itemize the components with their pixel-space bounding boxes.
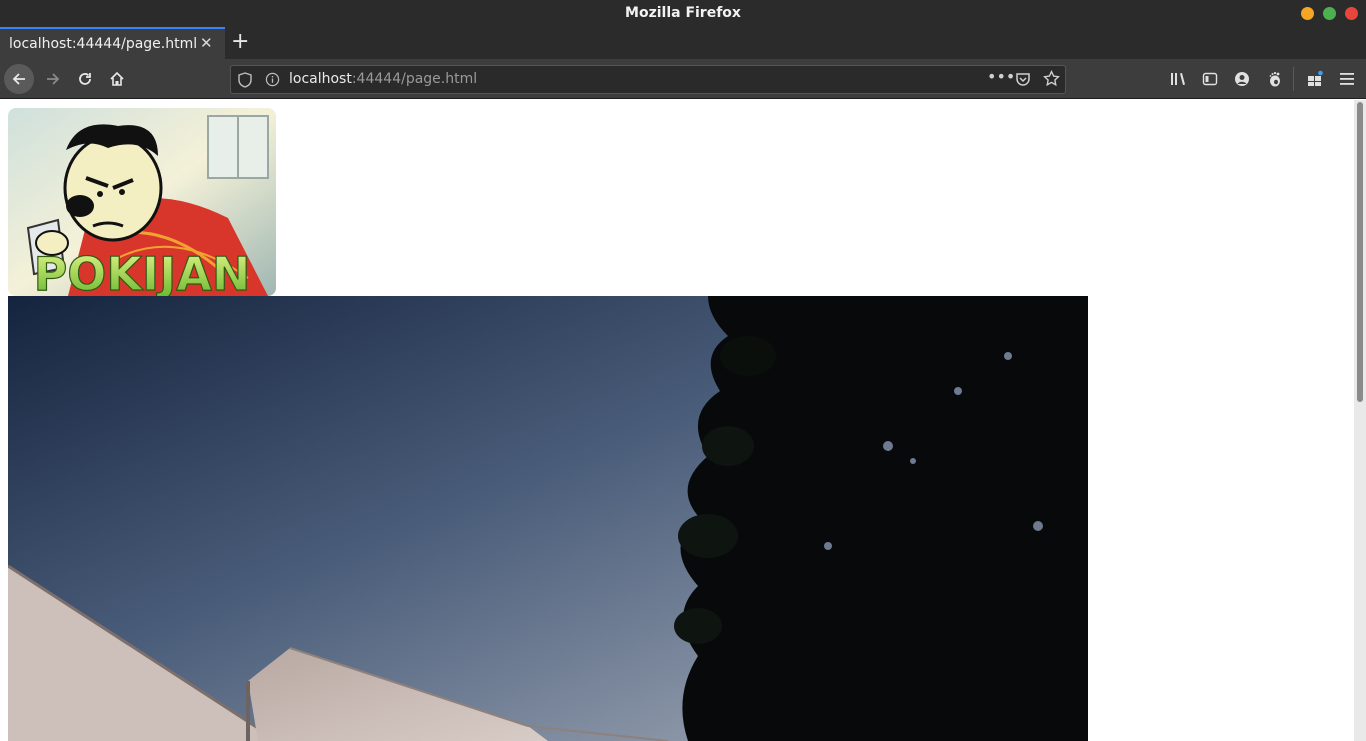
- toolbar-separator: [1293, 67, 1294, 91]
- back-button[interactable]: [4, 64, 34, 94]
- tab-active[interactable]: localhost:44444/page.html ✕: [0, 27, 225, 59]
- pokijan-logo-text: POKIJAN: [34, 247, 251, 296]
- pocket-icon[interactable]: [1015, 71, 1031, 91]
- reload-icon: [79, 73, 91, 85]
- window-title: Mozilla Firefox: [625, 5, 741, 21]
- sky-building-tree-photo: [8, 296, 1088, 741]
- sidebar-icon[interactable]: [1199, 68, 1221, 90]
- page-content: POKIJAN: [0, 100, 1354, 741]
- forward-button[interactable]: [38, 64, 68, 94]
- navigation-toolbar: localhost:44444/page.html •••: [0, 59, 1366, 99]
- extensions-icon[interactable]: [1304, 68, 1326, 90]
- page-actions-icon[interactable]: •••: [987, 67, 1015, 86]
- maximize-button[interactable]: [1323, 7, 1336, 20]
- url-text: localhost:44444/page.html: [289, 71, 477, 87]
- arrow-right-icon: [47, 73, 60, 85]
- close-window-button[interactable]: [1345, 7, 1358, 20]
- url-bar[interactable]: localhost:44444/page.html •••: [230, 65, 1066, 94]
- reload-button[interactable]: [70, 64, 100, 94]
- tracking-shield-icon[interactable]: [238, 72, 252, 92]
- new-tab-button[interactable]: +: [231, 29, 249, 54]
- gnome-extension-icon[interactable]: [1263, 68, 1285, 90]
- url-path: :44444/page.html: [351, 71, 478, 87]
- home-icon: [110, 71, 124, 86]
- window-titlebar: Mozilla Firefox: [0, 0, 1366, 27]
- bookmark-star-icon[interactable]: [1043, 69, 1060, 91]
- home-button[interactable]: [102, 64, 132, 94]
- minimize-button[interactable]: [1301, 7, 1314, 20]
- hamburger-menu-icon[interactable]: [1336, 68, 1358, 90]
- arrow-left-icon: [12, 73, 25, 85]
- tab-label: localhost:44444/page.html: [9, 36, 198, 52]
- tab-strip: localhost:44444/page.html ✕ +: [0, 27, 1366, 59]
- tab-close-icon[interactable]: ✕: [200, 34, 213, 52]
- pokijan-logo-image: POKIJAN: [8, 108, 276, 296]
- scrollbar-thumb[interactable]: [1357, 102, 1363, 402]
- url-host: localhost: [289, 71, 352, 87]
- library-icon[interactable]: [1168, 68, 1190, 90]
- account-icon[interactable]: [1231, 68, 1253, 90]
- vertical-scrollbar[interactable]: [1354, 100, 1366, 741]
- site-info-icon[interactable]: [265, 72, 280, 91]
